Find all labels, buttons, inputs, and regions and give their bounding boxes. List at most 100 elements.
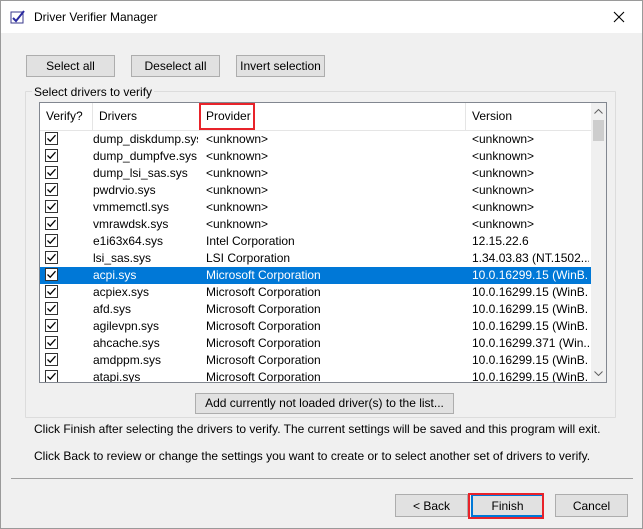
verify-checkbox[interactable] <box>45 302 58 315</box>
verify-checkbox[interactable] <box>45 166 58 179</box>
table-row[interactable]: e1i63x64.sys Intel Corporation 12.15.22.6 <box>40 233 591 250</box>
table-row[interactable]: acpiex.sys Microsoft Corporation 10.0.1629… <box>40 284 591 301</box>
close-icon <box>613 11 625 23</box>
version-cell: <unknown> <box>472 183 535 197</box>
checkmark-icon <box>47 185 56 194</box>
version-cell: <unknown> <box>472 132 535 146</box>
provider-cell: <unknown> <box>206 149 269 163</box>
verify-checkbox[interactable] <box>45 353 58 366</box>
table-row[interactable]: vmmemctl.sys <unknown> <unknown> <box>40 199 591 216</box>
verify-checkbox[interactable] <box>45 370 58 382</box>
verify-checkbox[interactable] <box>45 234 58 247</box>
provider-cell: Microsoft Corporation <box>206 319 321 333</box>
verify-checkbox[interactable] <box>45 251 58 264</box>
verify-checkbox[interactable] <box>45 319 58 332</box>
deselect-all-button[interactable]: Deselect all <box>131 55 220 77</box>
table-row[interactable]: vmrawdsk.sys <unknown> <unknown> <box>40 216 591 233</box>
provider-cell: <unknown> <box>206 166 269 180</box>
verify-checkbox[interactable] <box>45 200 58 213</box>
verify-checkbox[interactable] <box>45 285 58 298</box>
table-row[interactable]: amdppm.sys Microsoft Corporation 10.0.1629… <box>40 352 591 369</box>
provider-cell: <unknown> <box>206 183 269 197</box>
verify-checkbox[interactable] <box>45 268 58 281</box>
driver-name-cell: e1i63x64.sys <box>93 234 164 248</box>
table-row[interactable]: agilevpn.sys Microsoft Corporation 10.0.16… <box>40 318 591 335</box>
vertical-scroll-thumb[interactable] <box>593 120 604 141</box>
column-provider[interactable]: Provider <box>200 103 466 130</box>
column-verify[interactable]: Verify? <box>40 103 93 130</box>
provider-cell: <unknown> <box>206 132 269 146</box>
driver-name-cell: lsi_sas.sys <box>93 251 152 265</box>
driver-name-cell: amdppm.sys <box>93 353 162 367</box>
provider-cell: Intel Corporation <box>206 234 295 248</box>
driver-name-cell: agilevpn.sys <box>93 319 160 333</box>
add-unloaded-drivers-button[interactable]: Add currently not loaded driver(s) to th… <box>195 393 454 414</box>
provider-cell: Microsoft Corporation <box>206 353 321 367</box>
version-cell: 10.0.16299.15 (WinB... <box>472 268 589 282</box>
checkmark-icon <box>47 151 56 160</box>
invert-selection-button[interactable]: Invert selection <box>236 55 325 77</box>
verify-checkbox[interactable] <box>45 149 58 162</box>
verify-checkbox[interactable] <box>45 217 58 230</box>
version-cell: 10.0.16299.15 (WinB... <box>472 285 589 299</box>
driver-name-cell: afd.sys <box>93 302 132 316</box>
checkmark-icon <box>47 253 56 262</box>
table-row[interactable]: atapi.sys Microsoft Corporation 10.0.16299… <box>40 369 591 383</box>
version-cell: 10.0.16299.15 (WinB... <box>472 353 589 367</box>
verify-checkbox[interactable] <box>45 183 58 196</box>
driver-name-cell: dump_diskdump.sys <box>93 132 198 146</box>
provider-cell: LSI Corporation <box>206 251 291 265</box>
checkmark-icon <box>47 287 56 296</box>
column-drivers[interactable]: Drivers <box>93 103 200 130</box>
checkmark-icon <box>47 219 56 228</box>
column-version[interactable]: Version <box>466 103 591 130</box>
version-cell: 1.34.03.83 (NT.1502... <box>472 251 589 265</box>
scroll-down-arrow[interactable] <box>591 365 606 382</box>
close-button[interactable] <box>596 1 642 33</box>
table-row[interactable]: dump_lsi_sas.sys <unknown> <unknown> <box>40 165 591 182</box>
scroll-up-arrow[interactable] <box>591 103 606 120</box>
driver-verifier-window: Driver Verifier Manager Select all Desel… <box>0 0 643 529</box>
driver-name-cell: dump_dumpfve.sys <box>93 149 198 163</box>
version-cell: 10.0.16299.371 (Win... <box>472 336 589 350</box>
checkmark-icon <box>47 134 56 143</box>
checkmark-icon <box>47 321 56 330</box>
verify-checkbox[interactable] <box>45 132 58 145</box>
table-row[interactable]: ahcache.sys Microsoft Corporation 10.0.162… <box>40 335 591 352</box>
finish-button[interactable]: Finish <box>471 494 544 517</box>
checkmark-icon <box>47 168 56 177</box>
version-cell: 12.15.22.6 <box>472 234 529 248</box>
vertical-scrollbar[interactable] <box>591 103 606 382</box>
info-back-text: Click Back to review or change the setti… <box>34 449 591 463</box>
provider-cell: Microsoft Corporation <box>206 302 321 316</box>
info-finish-text: Click Finish after selecting the drivers… <box>34 422 601 436</box>
driver-name-cell: atapi.sys <box>93 370 141 383</box>
app-icon <box>10 9 26 25</box>
checkmark-icon <box>47 202 56 211</box>
provider-cell: Microsoft Corporation <box>206 268 321 282</box>
driver-name-cell: vmmemctl.sys <box>93 200 169 214</box>
back-button[interactable]: < Back <box>395 494 468 517</box>
version-cell: 10.0.16299.15 (WinB... <box>472 302 589 316</box>
version-cell: <unknown> <box>472 217 535 231</box>
table-row[interactable]: dump_diskdump.sys <unknown> <unknown> <box>40 131 591 148</box>
version-cell: <unknown> <box>472 200 535 214</box>
select-all-button[interactable]: Select all <box>26 55 115 77</box>
version-cell: 10.0.16299.15 (WinB... <box>472 370 589 383</box>
group-label: Select drivers to verify <box>32 85 155 99</box>
table-row[interactable]: acpi.sys Microsoft Corporation 10.0.16299.… <box>40 267 591 284</box>
provider-cell: <unknown> <box>206 200 269 214</box>
driver-name-cell: vmrawdsk.sys <box>93 217 169 231</box>
table-row[interactable]: pwdrvio.sys <unknown> <unknown> <box>40 182 591 199</box>
version-cell: <unknown> <box>472 149 535 163</box>
driver-list[interactable]: Verify? Drivers Provider Version dump_di… <box>39 102 607 383</box>
cancel-button[interactable]: Cancel <box>555 494 628 517</box>
table-row[interactable]: dump_dumpfve.sys <unknown> <unknown> <box>40 148 591 165</box>
checkmark-icon <box>47 304 56 313</box>
table-row[interactable]: afd.sys Microsoft Corporation 10.0.16299.1… <box>40 301 591 318</box>
version-cell: <unknown> <box>472 166 535 180</box>
provider-cell: Microsoft Corporation <box>206 370 321 383</box>
table-row[interactable]: lsi_sas.sys LSI Corporation 1.34.03.83 (NT… <box>40 250 591 267</box>
verify-checkbox[interactable] <box>45 336 58 349</box>
provider-cell: Microsoft Corporation <box>206 285 321 299</box>
